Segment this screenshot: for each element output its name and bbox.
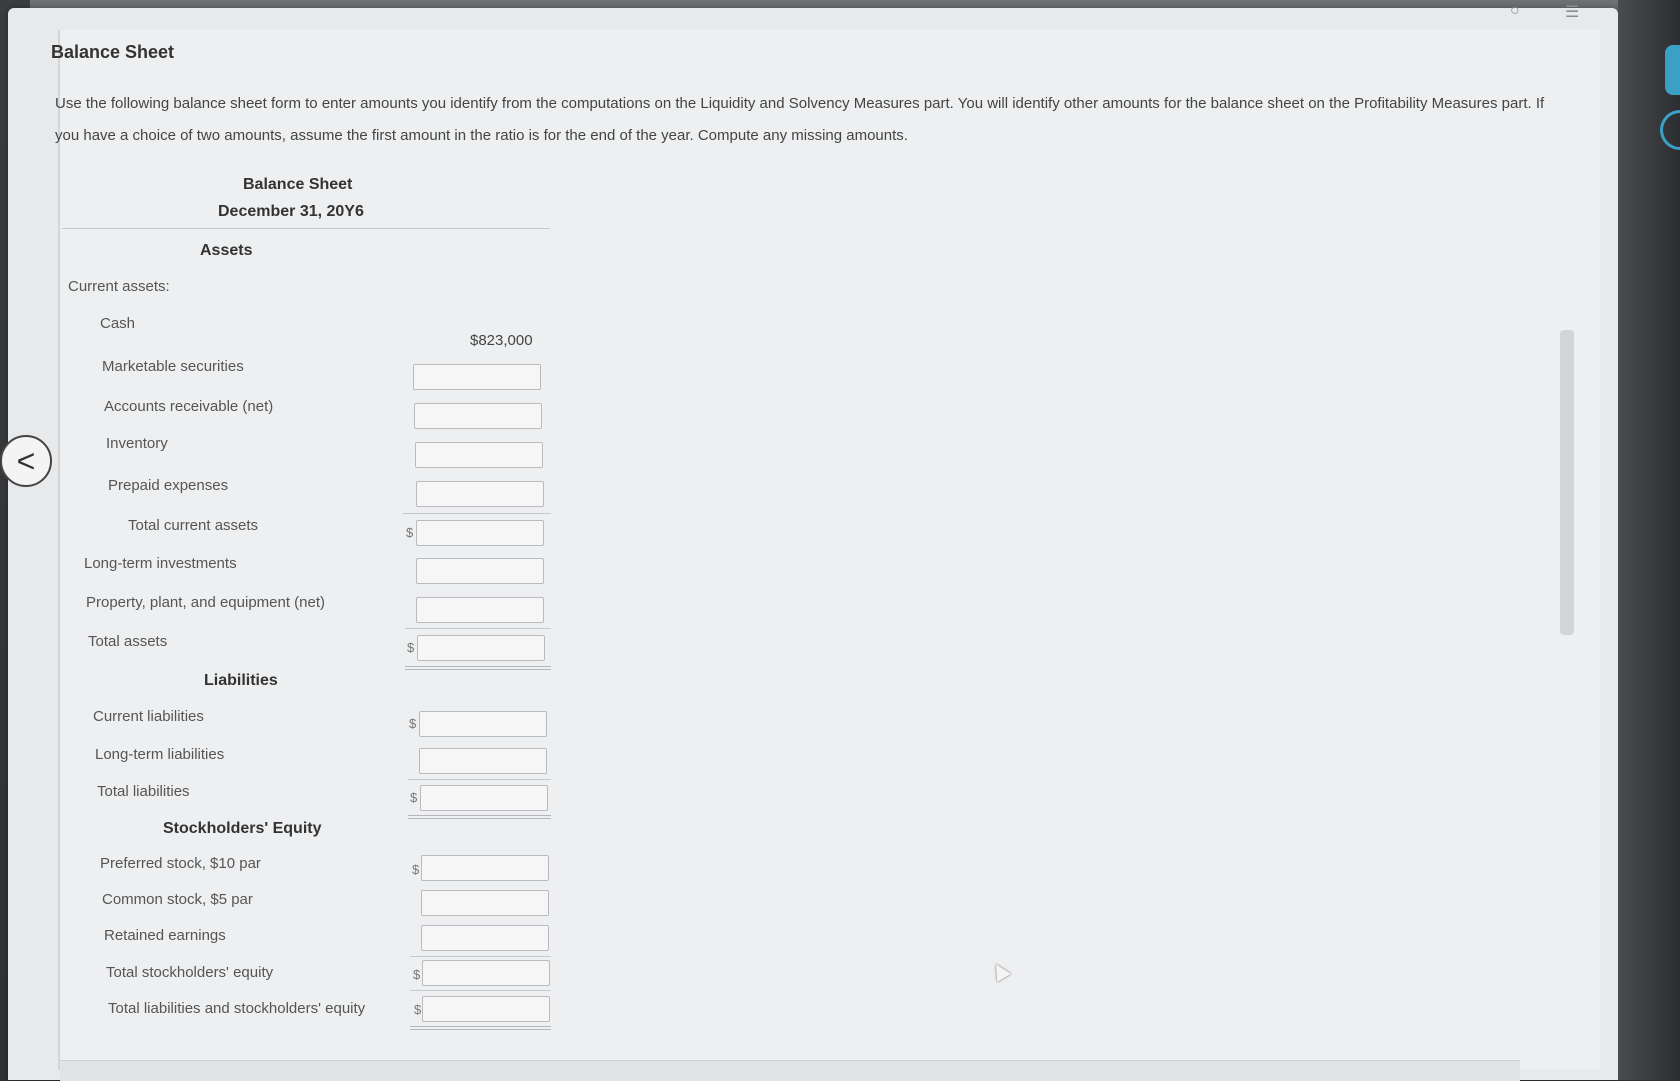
prepaid-expenses-input[interactable] (416, 481, 544, 507)
preferred-stock-label: Preferred stock, $10 par (100, 855, 261, 872)
page-title: Balance Sheet (51, 42, 175, 62)
marketable-securities-input[interactable] (413, 364, 541, 390)
ppe-label: Property, plant, and equipment (net) (86, 594, 326, 611)
current-liabilities-dollar: $ (409, 716, 417, 731)
accounts-receivable-label: Accounts receivable (net) (104, 398, 274, 415)
total-assets-input[interactable] (417, 635, 545, 661)
total-liabilities-dollar: $ (410, 790, 418, 805)
header-rule (62, 228, 550, 229)
screen: ○ ☰ ⊕ Balance Sheet Use the following ba… (0, 0, 1680, 1081)
retained-earnings-label: Retained earnings (104, 927, 226, 944)
assets-header: Assets (200, 242, 253, 259)
ppe-input[interactable] (416, 597, 544, 623)
total-liabilities-double-rule (408, 815, 551, 819)
common-stock-input[interactable] (421, 890, 549, 916)
chevron-left-icon[interactable]: < (0, 435, 52, 487)
long-term-investments-input[interactable] (416, 558, 544, 584)
total-current-assets-label: Total current assets (128, 517, 259, 534)
current-assets-label: Current assets: (68, 278, 170, 295)
bottom-bar (60, 1060, 1520, 1081)
cash-value: $823,000 (470, 332, 533, 349)
total-liab-equity-double-rule (410, 1026, 551, 1030)
total-assets-label: Total assets (88, 633, 168, 650)
total-current-assets-input[interactable] (416, 520, 544, 546)
total-current-assets-dollar: $ (406, 525, 414, 540)
total-liab-equity-label: Total liabilities and stockholders' equi… (108, 1000, 366, 1017)
total-liab-equity-input[interactable] (422, 996, 550, 1022)
prepaid-expenses-label: Prepaid expenses (108, 477, 229, 494)
preferred-stock-dollar: $ (412, 862, 420, 877)
marketable-securities-label: Marketable securities (102, 358, 244, 375)
total-liabilities-label: Total liabilities (97, 783, 190, 800)
equity-rule (410, 956, 551, 957)
current-liabilities-input[interactable] (419, 711, 547, 737)
subtotal-rule (403, 513, 551, 514)
side-tab-icon[interactable] (1665, 45, 1680, 95)
form-title: Balance Sheet (243, 176, 353, 193)
circle-icon[interactable]: ○ (1510, 2, 1520, 20)
preferred-stock-input[interactable] (421, 855, 549, 881)
inventory-input[interactable] (415, 442, 543, 468)
equity-header: Stockholders' Equity (163, 820, 322, 837)
cash-label: Cash (100, 315, 136, 332)
total-equity-dollar: $ (413, 967, 421, 982)
vertical-scrollbar[interactable] (1560, 330, 1574, 635)
total-equity-input[interactable] (422, 960, 550, 986)
inventory-label: Inventory (106, 435, 168, 452)
total-liabilities-input[interactable] (420, 785, 548, 811)
retained-earnings-input[interactable] (421, 925, 549, 951)
long-term-investments-label: Long-term investments (84, 555, 237, 572)
total-equity-label: Total stockholders' equity (106, 964, 274, 981)
list-icon[interactable]: ☰ (1565, 2, 1579, 22)
total-assets-double-rule (405, 666, 551, 670)
screen-right-edge (1618, 0, 1680, 1080)
form-date: December 31, 20Y6 (218, 203, 364, 220)
liabilities-header: Liabilities (204, 672, 278, 689)
current-liabilities-label: Current liabilities (93, 708, 204, 725)
liabilities-rule (408, 779, 551, 780)
instructions-text: Use the following balance sheet form to … (55, 95, 1545, 144)
accounts-receivable-input[interactable] (414, 403, 542, 429)
total-assets-dollar: $ (407, 640, 415, 655)
total-liab-equity-dollar: $ (414, 1002, 422, 1017)
long-term-liabilities-input[interactable] (419, 748, 547, 774)
long-term-liabilities-label: Long-term liabilities (95, 746, 225, 763)
common-stock-label: Common stock, $5 par (102, 891, 253, 908)
total-equity-rule (410, 990, 551, 991)
assets-rule (405, 628, 551, 629)
